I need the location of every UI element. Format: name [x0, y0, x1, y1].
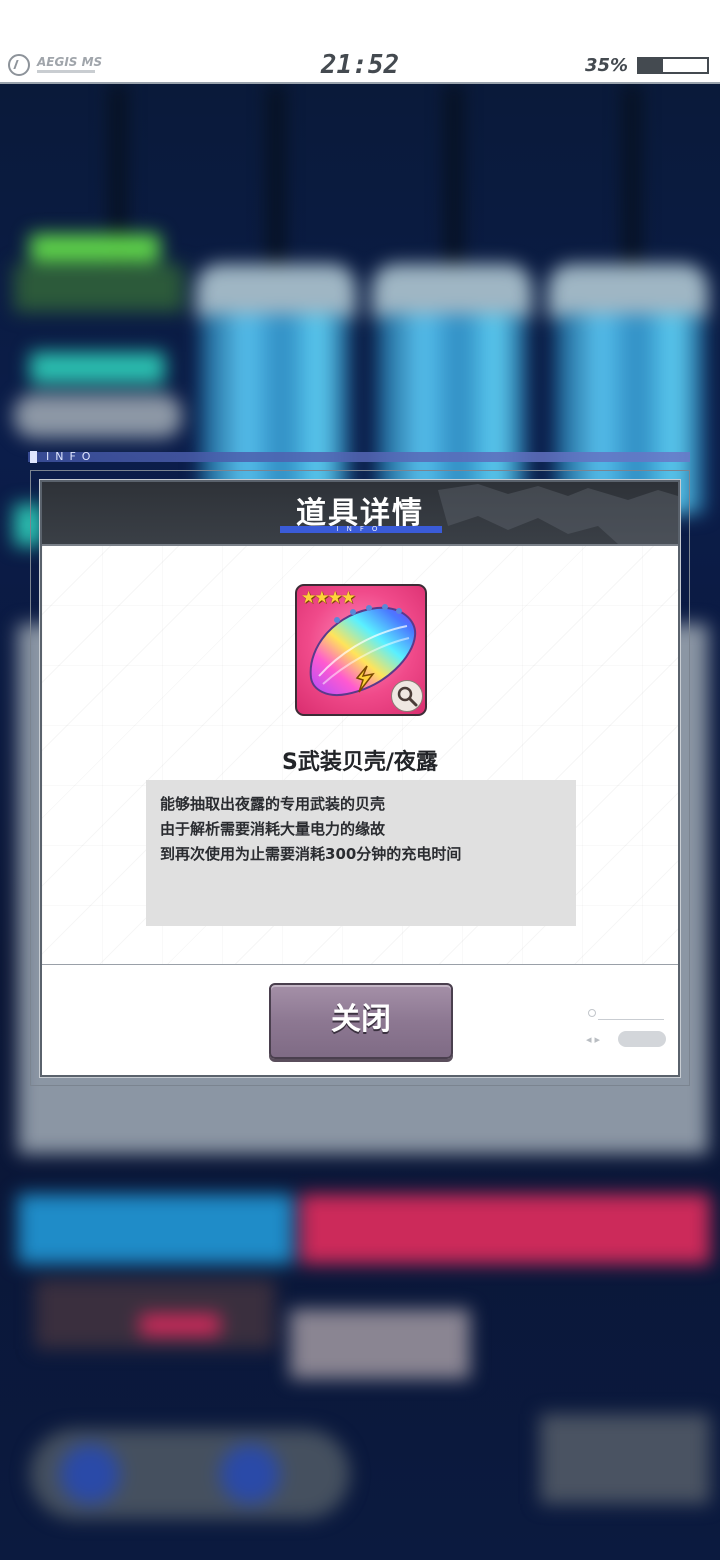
info-strip-marker — [30, 451, 37, 463]
item-name: S武装贝壳/夜露 — [282, 750, 438, 775]
bg-red-button — [300, 1194, 710, 1264]
status-bar: AEGIS MS 21:52 35% — [0, 0, 720, 84]
bg-bottom-circle — [220, 1444, 280, 1504]
item-description-box: 能够抽取出夜露的专用武装的贝壳 由于解析需要消耗大量电力的缘故 到再次使用为止需… — [146, 780, 576, 926]
bg-cost-tag — [140, 1314, 220, 1336]
info-strip-label: INFO — [46, 450, 97, 463]
capsule-cap — [196, 264, 356, 319]
bg-teal-button — [30, 352, 165, 384]
small-search-icon — [588, 1009, 596, 1017]
game-screen: AEGIS MS 21:52 35% INFO 道具详情 INFO ★★★★ S… — [0, 0, 720, 1560]
dialog-header: 道具详情 INFO — [42, 482, 678, 546]
item-rarity-stars: ★★★★ — [301, 588, 356, 608]
status-time: 21:52 — [320, 50, 400, 80]
info-strip — [28, 452, 690, 462]
bg-bottom-right-box — [540, 1414, 710, 1504]
battery-fill — [639, 59, 663, 72]
bg-panel — [14, 264, 184, 312]
dialog-body: ★★★★ S武装贝壳/夜露 能够抽取出夜露的专用武装的贝壳 由于解析需要消耗大量… — [42, 546, 678, 964]
footer-decoration-pill — [618, 1031, 666, 1047]
battery-icon — [637, 57, 709, 74]
aegis-logo-icon — [8, 54, 30, 76]
item-description-line: 由于解析需要消耗大量电力的缘故 — [160, 820, 386, 838]
bg-confirm-button — [290, 1309, 470, 1379]
cable — [268, 84, 284, 274]
arrows-icon: ◂▸ — [586, 1033, 604, 1046]
battery-percent: 35% — [585, 55, 629, 76]
capsule-cap — [548, 264, 708, 319]
cable — [446, 84, 462, 274]
item-icon[interactable]: ★★★★ — [295, 584, 427, 716]
dialog-title-subtitle: INFO — [336, 525, 386, 533]
capsule-cap — [372, 264, 532, 319]
status-brand: AEGIS MS — [37, 55, 103, 69]
footer-decoration-line — [598, 1019, 664, 1020]
footer-decoration: ◂▸ — [586, 1005, 666, 1049]
dialog-footer: 关闭 ◂▸ — [42, 964, 678, 1075]
close-button[interactable]: 关闭 — [269, 983, 453, 1059]
item-detail-dialog: 道具详情 INFO ★★★★ S武装贝壳/夜露 能够抽取出夜露的专用武装的贝壳 … — [40, 480, 680, 1077]
bg-green-tag — [30, 234, 160, 262]
status-brand-subtitle-bar — [37, 70, 95, 73]
item-description-line: 能够抽取出夜露的专用武装的贝壳 — [160, 795, 386, 813]
item-description-line: 到再次使用为止需要消耗300分钟的充电时间 — [160, 845, 462, 863]
bg-bottom-circle — [60, 1444, 120, 1504]
magnifier-icon[interactable] — [391, 680, 423, 712]
cable — [624, 84, 640, 274]
bg-gray-button — [14, 394, 182, 438]
bg-blue-button — [18, 1194, 293, 1264]
